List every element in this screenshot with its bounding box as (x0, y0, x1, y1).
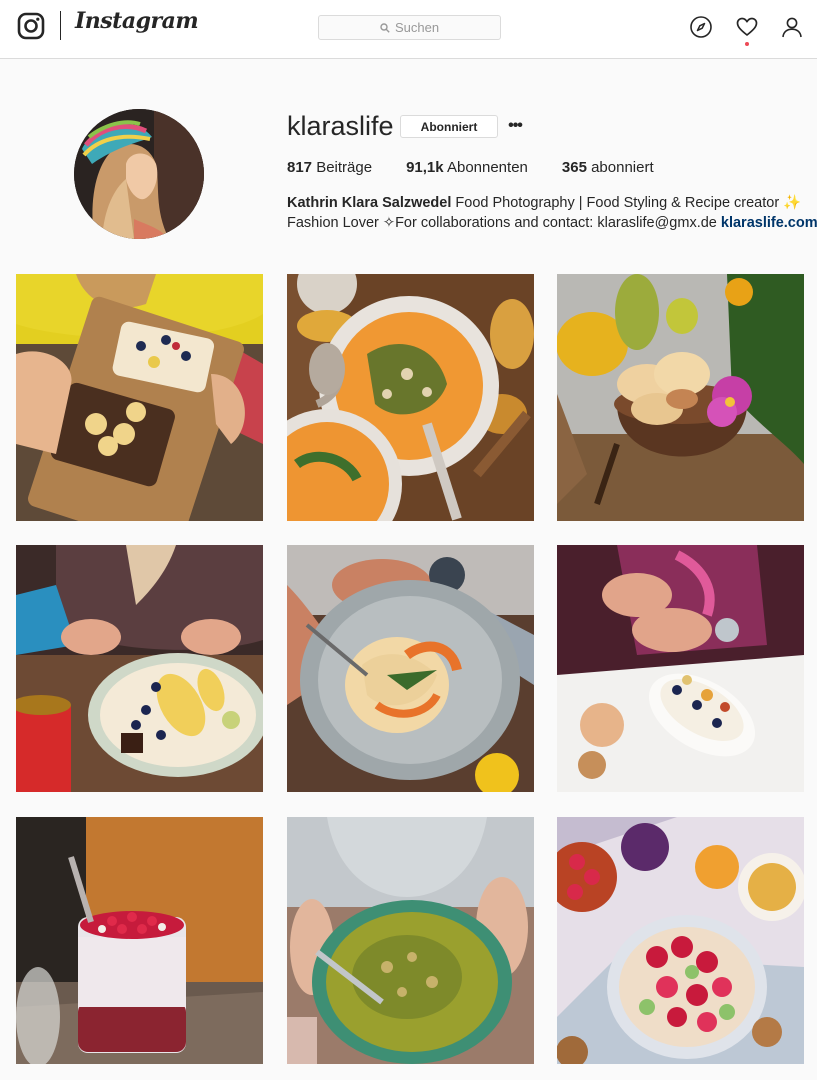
bio-text: Food Photography | Food Styling & Recipe… (451, 195, 802, 211)
post-tile[interactable] (16, 817, 263, 1064)
post-tile[interactable] (557, 817, 804, 1064)
bio-line-2: Fashion Lover ✧For collaborations and co… (287, 213, 817, 233)
stat-value: 365 (561, 159, 587, 176)
stat-value: 91,1k (406, 159, 444, 176)
post-tile[interactable] (287, 274, 534, 521)
post-tile[interactable] (287, 545, 534, 792)
stat-value: 817 (287, 159, 313, 176)
yogurt-boat-image (557, 545, 804, 792)
instagram-glyph-icon[interactable] (17, 12, 45, 40)
avatar-image (74, 109, 204, 239)
post-tile[interactable] (557, 274, 804, 521)
person-icon[interactable] (780, 15, 804, 39)
green-curry-image (287, 817, 534, 1064)
post-tile[interactable] (16, 545, 263, 792)
top-navigation: Instagram Suchen (0, 0, 817, 59)
search-icon (380, 22, 390, 33)
posts-count: 817 Beiträge (287, 159, 372, 176)
stat-label: Abonnenten (446, 159, 528, 176)
profile-username: klaraslife (287, 111, 394, 141)
search-input[interactable]: Suchen (318, 15, 501, 40)
pasta-image (287, 545, 534, 792)
bio-text: Fashion Lover ✧For collaborations and co… (287, 215, 721, 231)
following-count[interactable]: 365 abonniert (562, 159, 654, 176)
oatmeal-image (16, 545, 263, 792)
compass-icon[interactable] (689, 15, 713, 39)
search-placeholder: Suchen (394, 20, 440, 35)
full-name: Kathrin Klara Salzwedel (287, 195, 452, 211)
instagram-wordmark[interactable]: Instagram (75, 8, 199, 34)
logo-divider (60, 11, 61, 40)
chia-pudding-image (16, 817, 263, 1064)
following-button[interactable]: Abonniert (400, 115, 498, 138)
stat-label: abonniert (591, 159, 654, 176)
soup-image (287, 274, 534, 521)
heart-icon[interactable] (735, 15, 759, 39)
coconut-bowl-image (557, 274, 804, 521)
profile-bio: Kathrin Klara Salzwedel Food Photography… (287, 193, 817, 233)
profile-avatar[interactable] (74, 109, 204, 239)
profile-stats: 817 Beiträge 91,1k Abonnenten 365 abonni… (287, 159, 688, 176)
followers-count[interactable]: 91,1k Abonnenten (406, 159, 528, 176)
post-tile[interactable] (16, 274, 263, 521)
stat-label: Beiträge (316, 159, 373, 176)
post-tile[interactable] (557, 545, 804, 792)
toast-image (16, 274, 263, 521)
post-tile[interactable] (287, 817, 534, 1064)
more-options-button[interactable]: ••• (506, 114, 524, 138)
fruit-porridge-image (557, 817, 804, 1064)
bio-line-1: Kathrin Klara Salzwedel Food Photography… (287, 193, 812, 213)
website-link[interactable]: klaraslife.com/en (721, 215, 817, 231)
notification-dot (745, 42, 749, 46)
